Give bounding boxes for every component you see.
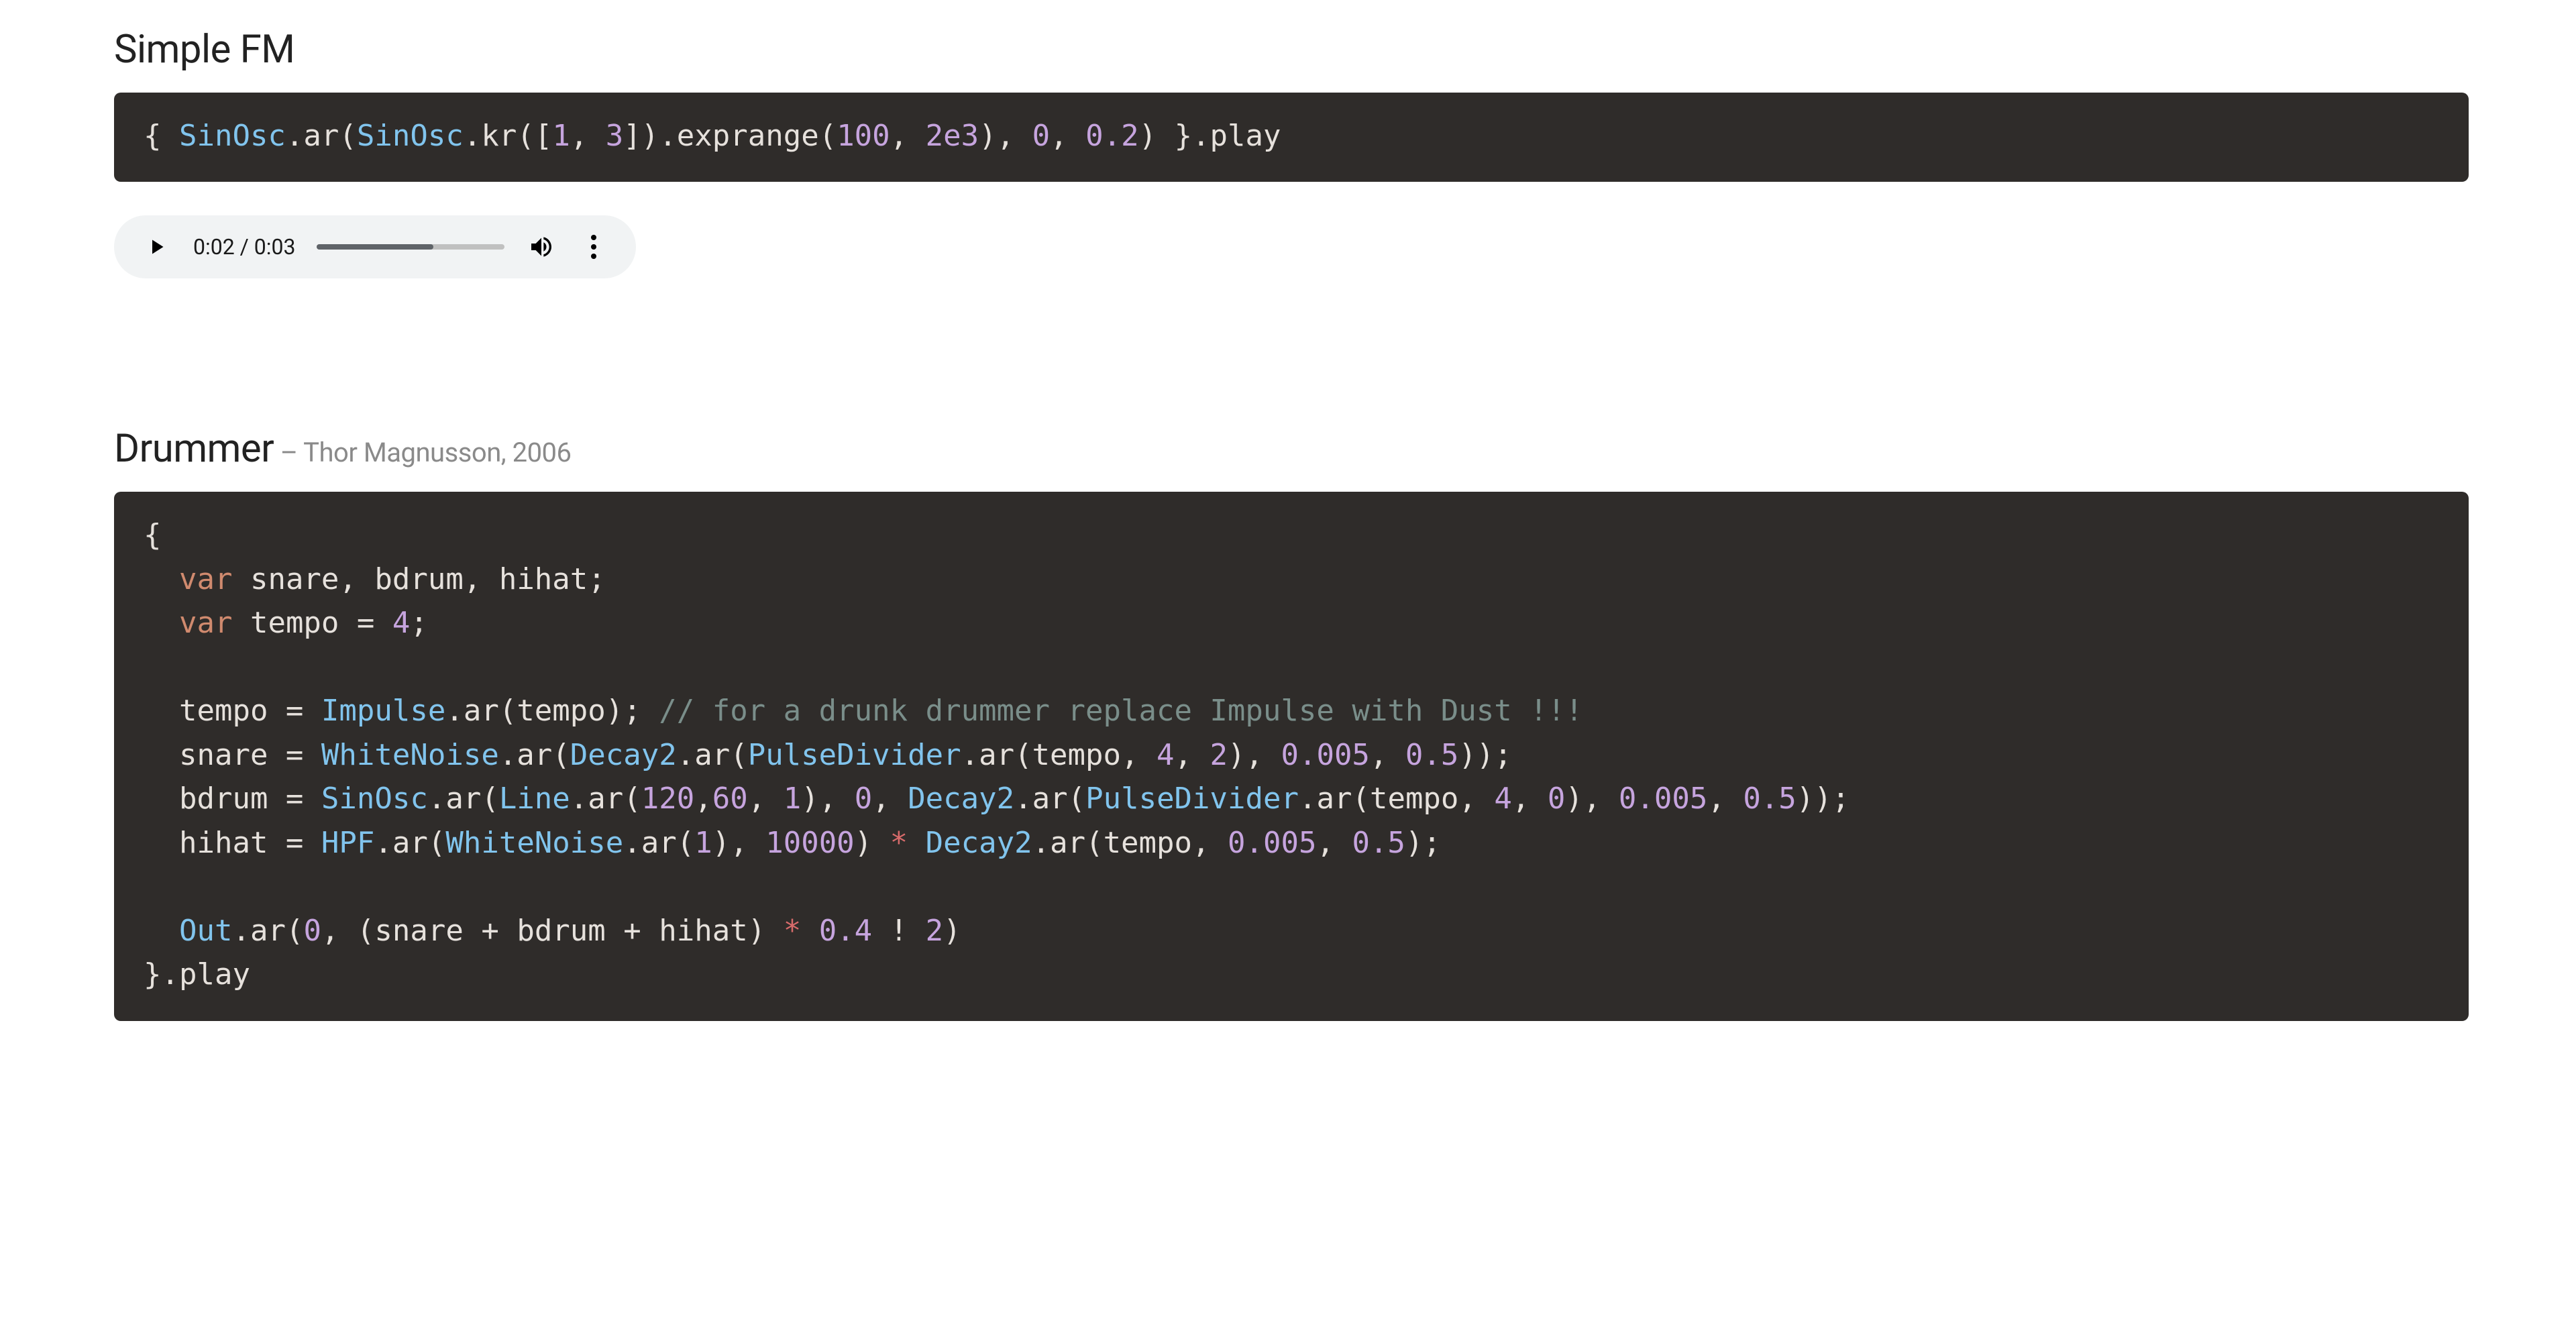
code-content-1: { SinOsc.ar(SinOsc.kr([1, 3]).exprange(1… bbox=[144, 119, 1281, 153]
audio-progress-fill bbox=[317, 244, 433, 250]
code-content-2: { var snare, bdrum, hihat; var tempo = 4… bbox=[144, 518, 1849, 992]
section-title-simple-fm: Simple FM bbox=[114, 27, 2469, 72]
audio-total-time: 0:03 bbox=[254, 234, 296, 260]
play-button[interactable] bbox=[141, 231, 172, 262]
section-title-drummer: Drummer – Thor Magnusson, 2006 bbox=[114, 426, 2469, 472]
volume-button[interactable] bbox=[526, 231, 557, 262]
section1-title-text: Simple FM bbox=[114, 27, 294, 72]
kebab-icon bbox=[587, 235, 600, 259]
audio-menu-button[interactable] bbox=[578, 231, 609, 262]
audio-time: 0:02 / 0:03 bbox=[193, 234, 295, 260]
audio-seek-track[interactable] bbox=[317, 244, 504, 250]
audio-current-time: 0:02 bbox=[193, 234, 235, 260]
audio-player: 0:02 / 0:03 bbox=[114, 215, 636, 278]
code-block-simple-fm: { SinOsc.ar(SinOsc.kr([1, 3]).exprange(1… bbox=[114, 93, 2469, 182]
audio-time-sep: / bbox=[235, 234, 254, 260]
section2-subtitle: – Thor Magnusson, 2006 bbox=[274, 437, 571, 468]
code-block-drummer: { var snare, bdrum, hihat; var tempo = 4… bbox=[114, 492, 2469, 1020]
section2-title-text: Drummer bbox=[114, 426, 274, 472]
